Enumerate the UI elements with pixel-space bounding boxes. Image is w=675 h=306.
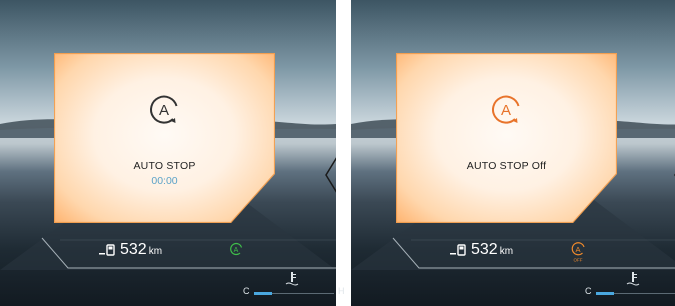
right-chevron-icon (325, 157, 336, 193)
message-title: AUTO STOP Off (466, 160, 547, 172)
fuel-pump-icon (99, 244, 115, 256)
svg-text:A: A (234, 247, 239, 254)
auto-stop-icon: A (150, 95, 178, 124)
svg-text:A: A (575, 245, 580, 254)
fuel-range: 532 km (120, 241, 162, 259)
info-bar-outline (41, 237, 336, 269)
temperature-hot-label: H (338, 286, 345, 296)
coolant-temperature-icon (285, 272, 299, 286)
auto-stop-off-icon: A (492, 95, 520, 124)
auto-stop-off-message-card (396, 53, 617, 223)
auto-stop-timer: 00:00 (151, 175, 178, 187)
dashboard-screen-right: A AUTO STOP Off 532 km A OFF C (351, 0, 675, 306)
auto-stop-active-icon: A (230, 242, 243, 256)
range-unit: km (499, 246, 514, 257)
coolant-temperature-icon (626, 272, 640, 286)
range-unit: km (148, 246, 163, 257)
temperature-cold-label: C (243, 286, 250, 296)
fuel-range: 532 km (471, 241, 513, 259)
auto-stop-off-status-icon: A OFF (571, 242, 585, 263)
status-off-label: OFF (574, 258, 583, 263)
range-value: 532 (120, 241, 147, 258)
svg-text:A: A (501, 102, 511, 119)
fuel-pump-icon (450, 244, 466, 256)
dashboard-screen-left: A AUTO STOP 00:00 532 km A C (0, 0, 336, 306)
auto-stop-message-card (54, 53, 275, 223)
temperature-cold-label: C (585, 286, 592, 296)
range-value: 532 (471, 241, 498, 258)
message-title: AUTO STOP (133, 160, 196, 172)
svg-text:A: A (159, 102, 169, 119)
temperature-gauge-fill (254, 292, 272, 295)
temperature-gauge-fill (596, 292, 614, 295)
temperature-gauge-track (272, 293, 334, 294)
temperature-gauge-track (614, 293, 675, 294)
